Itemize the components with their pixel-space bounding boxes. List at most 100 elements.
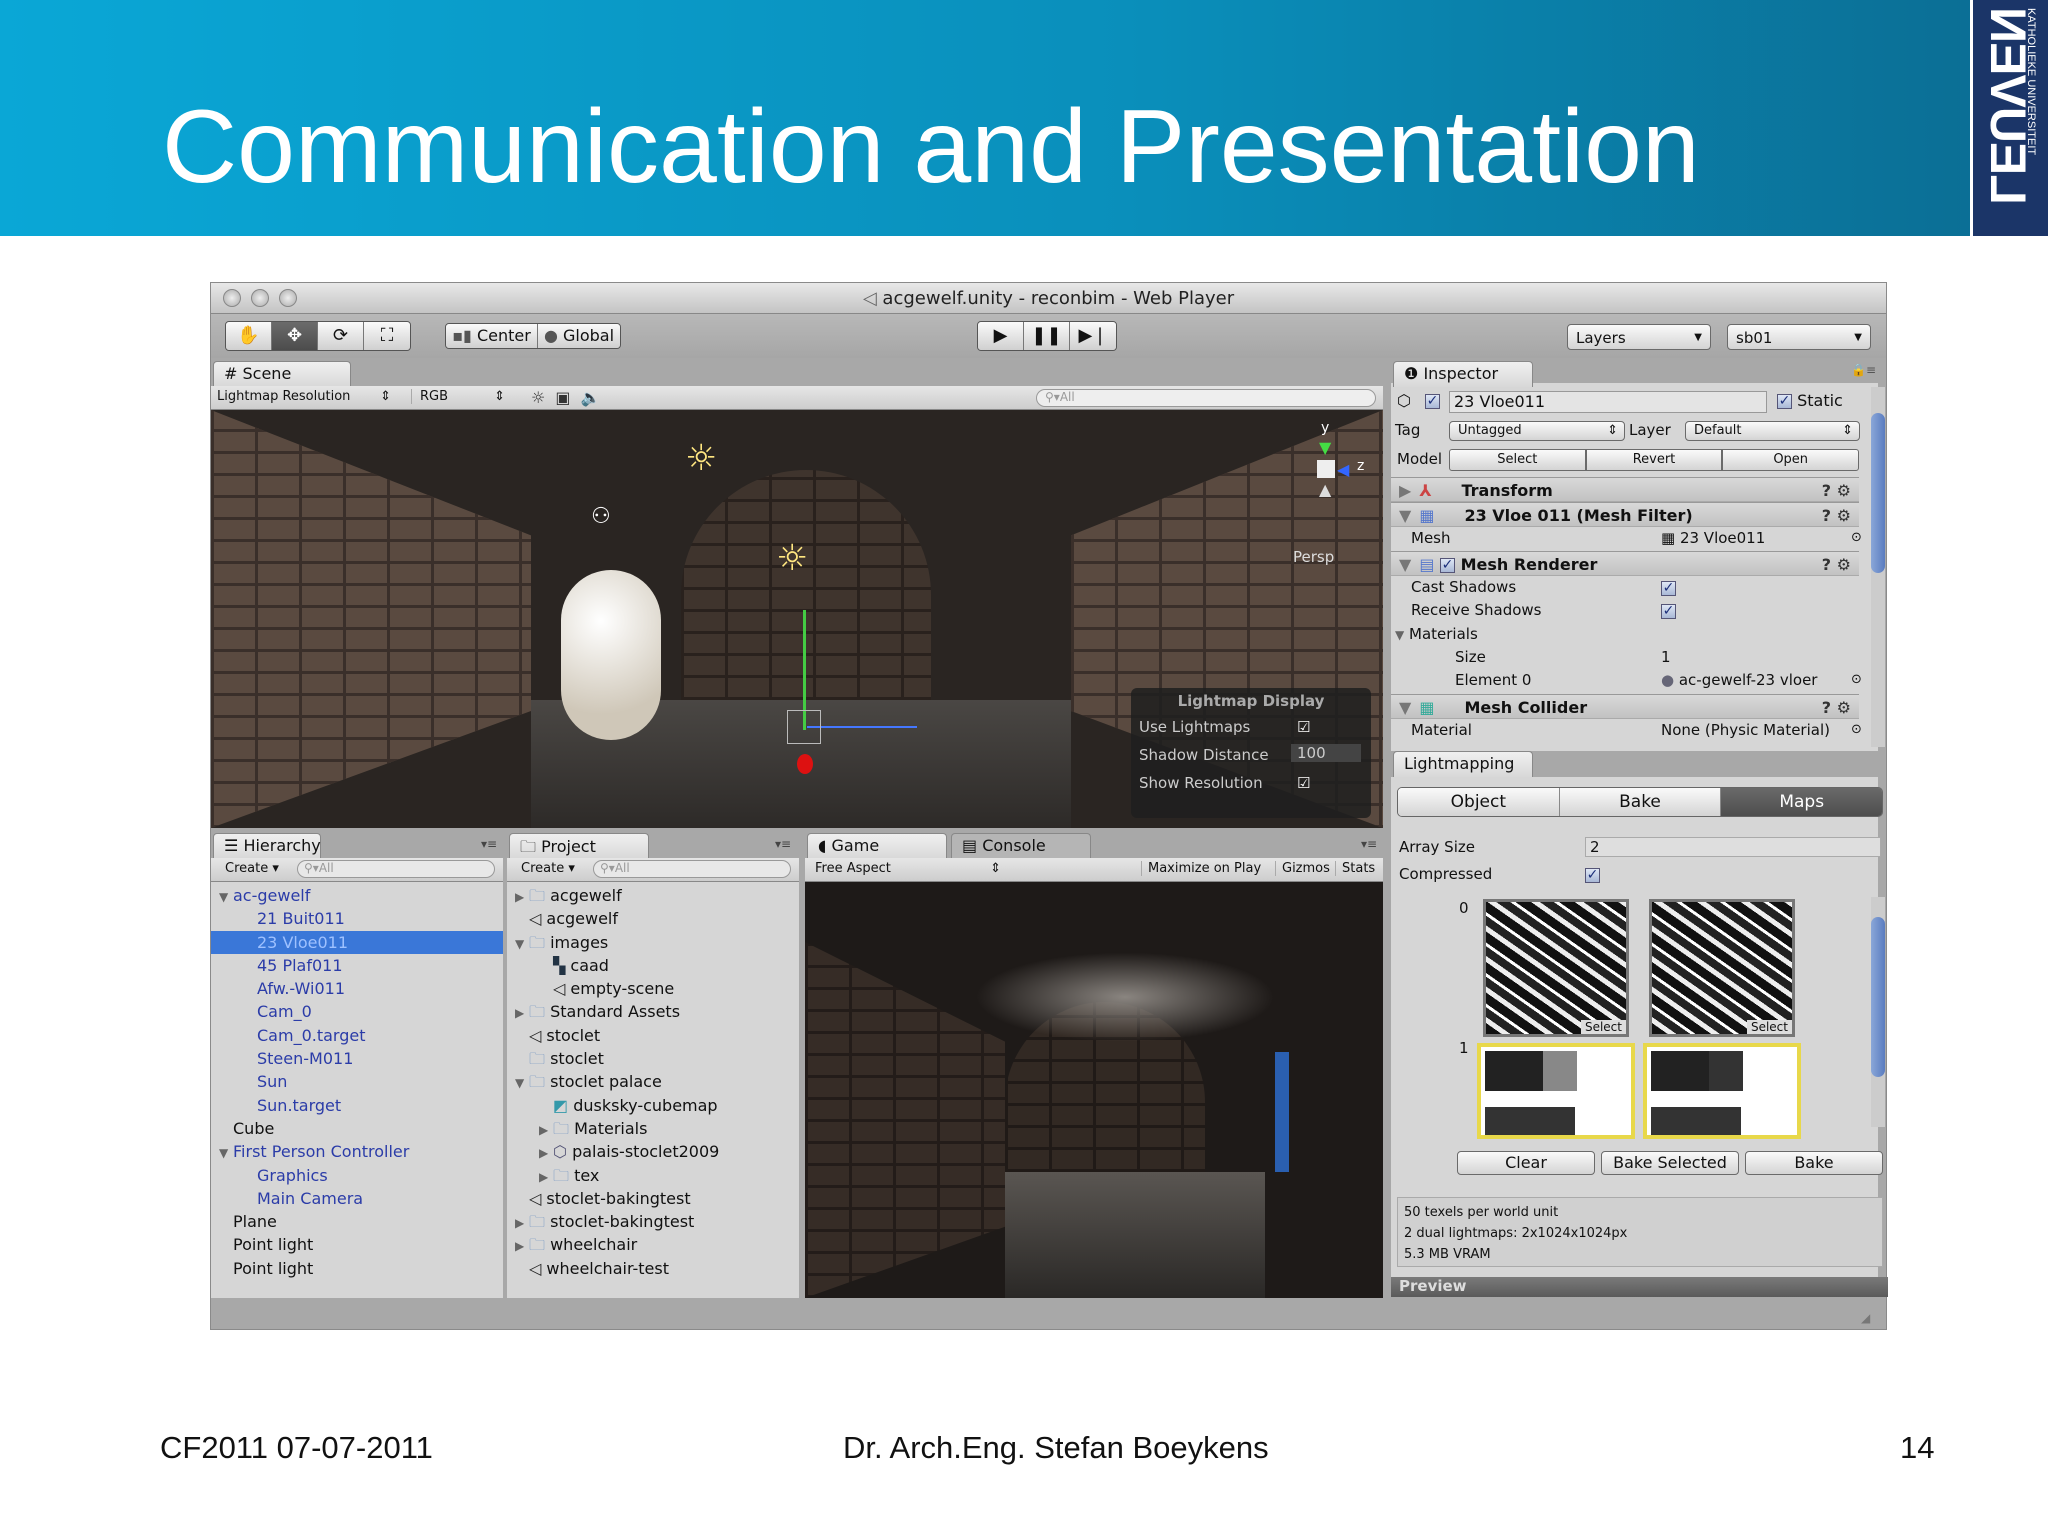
inspector-scrollbar[interactable] [1871,387,1885,747]
expand-down-icon[interactable]: ▼ [219,1142,233,1165]
element0-field[interactable]: ● ac-gewelf-23 vloer [1661,671,1817,689]
hierarchy-item[interactable]: Cam_0.target [211,1024,503,1047]
expand-right-icon[interactable]: ▶ [539,1166,553,1189]
hierarchy-item[interactable]: 23 Vloe011 [211,930,503,954]
hierarchy-search-input[interactable]: ⚲▾All [297,860,495,878]
array-size-input[interactable]: 2 [1585,837,1881,857]
project-search-input[interactable]: ⚲▾All [593,860,791,878]
hierarchy-item[interactable]: Main Camera [211,1187,503,1210]
aspect-dropdown[interactable]: Free Aspect ⇕ [815,861,1005,876]
expand-right-icon[interactable]: ▶ [515,886,529,909]
resize-grip-icon[interactable]: ◢ [1861,1311,1870,1325]
stats-toggle[interactable]: Stats [1335,861,1375,876]
project-item[interactable]: ▼ 🗀 stoclet palace [507,1070,799,1093]
project-item[interactable]: ▶ 🗀 stoclet-bakingtest [507,1210,799,1233]
expand-down-icon[interactable]: ▼ [219,886,233,909]
scene-lighting-icon[interactable]: ☼ [531,388,545,407]
project-item[interactable]: ◁ wheelchair-test [507,1257,799,1280]
lightmap-thumbnail-0-near[interactable]: Select [1649,899,1795,1037]
step-button[interactable]: ▶❘ [1070,322,1116,350]
project-item[interactable]: ◁ stoclet-bakingtest [507,1187,799,1210]
hierarchy-item[interactable]: Cam_0 [211,1000,503,1023]
tab-inspector[interactable]: ❶ Inspector [1393,361,1533,387]
active-checkbox[interactable]: ✓ [1425,391,1440,410]
lightmap-mode-object[interactable]: Object [1398,788,1560,816]
hierarchy-item[interactable]: Sun [211,1070,503,1093]
project-item[interactable]: 🗀 stoclet [507,1047,799,1070]
clear-button[interactable]: Clear [1457,1151,1595,1175]
hierarchy-create-button[interactable]: Create ▾ [225,861,279,876]
compressed-checkbox[interactable]: ✓ [1585,865,1600,884]
model-open-button[interactable]: Open [1722,449,1860,471]
model-revert-button[interactable]: Revert [1585,449,1723,471]
static-checkbox[interactable]: ✓ Static [1777,391,1843,410]
scene-audio-icon[interactable]: 🔈 [580,388,600,407]
layout-dropdown[interactable]: sb01 ▼ [1727,324,1871,350]
scene-orientation-gizmo[interactable]: y z ▼ ◀ ▲ [1301,420,1371,520]
rotate-tool-icon[interactable]: ⟳ [318,322,364,350]
object-picker-icon[interactable]: ⊙ [1851,722,1862,737]
layer-dropdown[interactable]: Default ⇕ [1685,421,1860,441]
mesh-field[interactable]: ▦ 23 Vloe011 [1661,529,1765,547]
project-item[interactable]: ◁ empty-scene [507,977,799,1000]
preview-bar[interactable]: Preview [1391,1277,1888,1297]
channel-dropdown[interactable]: RGB ⇕ [411,389,511,404]
lightmap-mode-maps[interactable]: Maps [1721,788,1882,816]
expand-right-icon[interactable]: ▶ [515,1002,529,1025]
x-axis-handle[interactable] [797,754,813,774]
tab-scene[interactable]: # Scene [213,361,351,387]
layers-dropdown[interactable]: Layers ▼ [1567,324,1711,350]
hierarchy-item[interactable]: Steen-M011 [211,1047,503,1070]
scale-tool-icon[interactable]: ⛶ [364,322,410,350]
hierarchy-item[interactable]: Afw.-Wi011 [211,977,503,1000]
lock-icon[interactable]: 🔒≡ [1851,363,1876,377]
object-name-input[interactable]: 23 Vloe011 [1449,391,1767,413]
expand-right-icon[interactable]: ▶ [515,1235,529,1258]
bake-selected-button[interactable]: Bake Selected [1601,1151,1739,1175]
shadow-distance-input[interactable]: 100 [1291,744,1361,762]
select-lightmap-button[interactable]: Select [1746,1020,1792,1034]
hierarchy-item[interactable]: 45 Plaf011 [211,954,503,977]
lightmap-mode-bake[interactable]: Bake [1559,788,1722,816]
component-settings-icon[interactable]: ? ⚙ [1822,552,1851,577]
hierarchy-item[interactable]: Sun.target [211,1094,503,1117]
hierarchy-item[interactable]: Point light [211,1257,503,1280]
expand-right-icon[interactable]: ▶ [539,1142,553,1165]
component-settings-icon[interactable]: ? ⚙ [1822,695,1851,720]
project-item[interactable]: ◁ acgewelf [507,907,799,930]
panel-menu-icon[interactable]: ▾≡ [775,837,791,851]
plane-handle[interactable] [787,710,821,744]
pivot-global-button[interactable]: ● Global [538,324,620,348]
expand-right-icon[interactable]: ▶ [539,1119,553,1142]
hierarchy-item[interactable]: ▼ First Person Controller [211,1140,503,1163]
cast-shadows-checkbox[interactable]: ✓ [1661,578,1676,597]
project-item[interactable]: ▶ ⬡ palais-stoclet2009 [507,1140,799,1163]
project-item[interactable]: ▼ 🗀 images [507,931,799,954]
lightmap-thumbnail-0-far[interactable]: Select [1483,899,1629,1037]
lightmap-thumbnail-1-far[interactable] [1477,1043,1635,1139]
materials-size-field[interactable]: 1 [1661,648,1671,666]
scene-view[interactable]: ☼ ☼ ⚇ y z ▼ ◀ ▲ Persp Lightmap Display U… [211,410,1383,828]
render-mode-dropdown[interactable]: Lightmap Resolution ⇕ [217,389,397,404]
select-lightmap-button[interactable]: Select [1580,1020,1626,1034]
tab-hierarchy[interactable]: ☰ Hierarchy [213,833,321,859]
lightmap-thumbnail-1-near[interactable] [1643,1043,1801,1139]
project-item[interactable]: ▶ 🗀 tex [507,1164,799,1187]
z-axis-handle[interactable] [807,726,917,728]
project-item[interactable]: ▶ 🗀 wheelchair [507,1233,799,1256]
bake-button[interactable]: Bake [1745,1151,1883,1175]
expand-down-icon[interactable]: ▼ [515,933,529,956]
hierarchy-item[interactable]: Plane [211,1210,503,1233]
panel-menu-icon[interactable]: ▾≡ [481,837,497,851]
play-button[interactable]: ▶ [978,322,1024,350]
receive-shadows-checkbox[interactable]: ✓ [1661,601,1676,620]
model-select-button[interactable]: Select [1449,449,1586,471]
move-tool-icon[interactable]: ✥ [272,322,318,350]
component-settings-icon[interactable]: ? ⚙ [1822,503,1851,528]
scene-search-input[interactable]: ⚲▾All [1036,389,1376,407]
object-picker-icon[interactable]: ⊙ [1851,530,1862,545]
tab-lightmapping[interactable]: Lightmapping [1393,751,1533,777]
expand-right-icon[interactable]: ▶ [515,1212,529,1235]
project-item[interactable]: ▶ 🗀 Materials [507,1117,799,1140]
project-create-button[interactable]: Create ▾ [521,861,575,876]
